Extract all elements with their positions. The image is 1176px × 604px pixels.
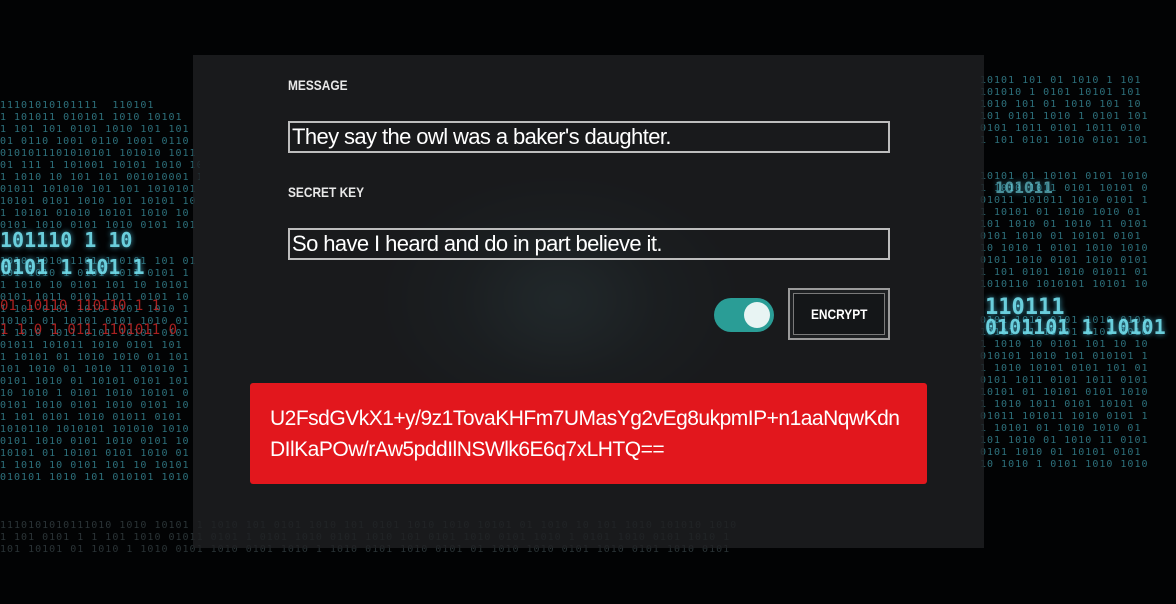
- encrypt-button-label: ENCRYPT: [810, 306, 868, 322]
- background-glow-bits-right-2: 0101101 1 10101: [985, 315, 1166, 339]
- background-glow-bits-left: 101110 1 10: [0, 228, 133, 252]
- app-screen: 11101010101111 110101 1 101011 010101 10…: [0, 0, 1176, 604]
- message-label: MESSAGE: [288, 77, 348, 93]
- ciphertext-output: U2FsdGVkX1+y/9z1TovaKHFm7UMasYg2vEg8ukpm…: [250, 383, 927, 484]
- background-red-bits-2: 1 1 0 1 011 1101011 0: [0, 322, 178, 338]
- background-glow-bits-left-2: 0101 1 101 1: [0, 255, 145, 279]
- secret-key-input[interactable]: [288, 228, 890, 260]
- encryption-panel: MESSAGE SECRET KEY ENCRYPT U2FsdGVkX1+y/…: [193, 55, 984, 548]
- secret-key-label: SECRET KEY: [288, 184, 365, 200]
- toggle-knob: [744, 302, 770, 328]
- background-red-bits: 01 10110 110110 1 1: [0, 298, 161, 314]
- background-glow-bits-right-3: 101011: [995, 178, 1053, 197]
- encrypt-button[interactable]: ENCRYPT: [788, 288, 890, 340]
- message-input[interactable]: [288, 121, 890, 153]
- encrypt-mode-toggle[interactable]: [714, 298, 774, 332]
